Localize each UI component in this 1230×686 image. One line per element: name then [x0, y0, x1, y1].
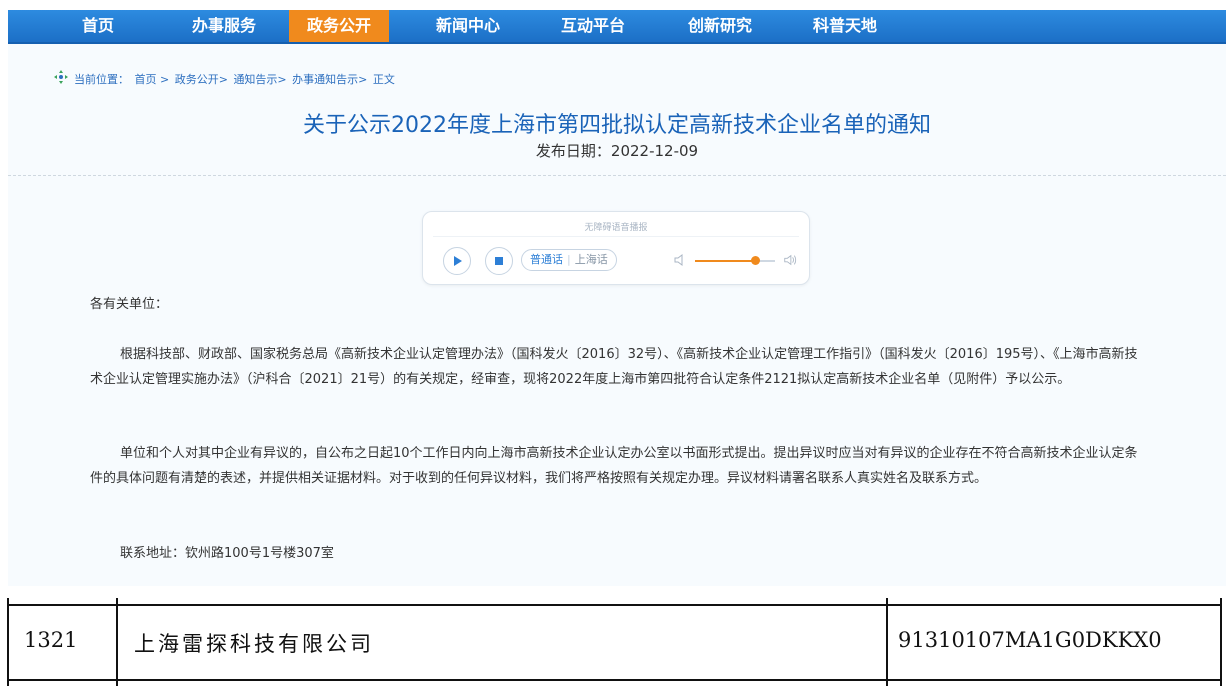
breadcrumb-prefix: 当前位置：	[74, 73, 129, 86]
breadcrumb: 当前位置： 首页 > 政务公开> 通知告示> 办事通知告示> 正文	[54, 70, 397, 87]
breadcrumb-home[interactable]: 首页 >	[135, 73, 170, 86]
volume-slider-fill	[695, 260, 755, 262]
lang-shanghainese[interactable]: 上海话	[575, 253, 608, 266]
player-divider	[433, 236, 799, 237]
volume-slider[interactable]	[695, 256, 775, 265]
volume-slider-knob[interactable]	[751, 256, 760, 265]
lang-separator: |	[567, 253, 571, 266]
table-border-top	[7, 604, 1222, 606]
table-border-left	[7, 598, 9, 686]
table-col-divider	[886, 598, 888, 686]
nav-item-news[interactable]: 新闻中心	[428, 10, 508, 42]
paragraph-2: 单位和个人对其中企业有异议的，自公布之日起10个工作日内向上海市高新技术企业认定…	[90, 446, 1138, 486]
audio-player: 无障碍语音播报 普通话 | 上海话	[422, 211, 810, 285]
top-nav-bar: 首页 办事服务 政务公开 新闻中心 互动平台 创新研究 科普天地	[8, 10, 1226, 44]
play-icon	[454, 256, 462, 266]
table-cell-company: 上海雷探科技有限公司	[134, 632, 374, 656]
page-title: 关于公示2022年度上海市第四批拟认定高新技术企业名单的通知	[303, 113, 931, 138]
nav-item-services[interactable]: 办事服务	[184, 10, 264, 42]
contact-address: 联系地址：钦州路100号1号楼307室	[120, 546, 334, 561]
player-label: 无障碍语音播报	[584, 223, 648, 233]
breadcrumb-service-notices[interactable]: 办事通知告示>	[292, 73, 367, 86]
table-cell-code: 91310107MA1G0DKKX0	[898, 628, 1162, 652]
divider	[8, 175, 1226, 176]
nav-item-science[interactable]: 科普天地	[805, 10, 885, 42]
play-button[interactable]	[443, 247, 471, 275]
lang-mandarin[interactable]: 普通话	[530, 253, 563, 266]
table-col-divider	[116, 598, 118, 686]
language-switch: 普通话 | 上海话	[521, 249, 617, 271]
stop-icon	[495, 257, 503, 265]
publish-date: 发布日期：2022-12-09	[535, 142, 699, 160]
attachment-table: 1321 上海雷探科技有限公司 91310107MA1G0DKKX0	[0, 590, 1230, 686]
volume-high-icon[interactable]	[783, 253, 797, 267]
nav-item-research[interactable]: 创新研究	[680, 10, 760, 42]
content-panel: 当前位置： 首页 > 政务公开> 通知告示> 办事通知告示> 正文 关于公示20…	[8, 44, 1226, 586]
stop-button[interactable]	[485, 247, 513, 275]
nav-item-interaction[interactable]: 互动平台	[553, 10, 633, 42]
breadcrumb-current: 正文	[372, 73, 395, 86]
table-border-bottom	[7, 679, 1222, 681]
table-border-right	[1220, 598, 1222, 686]
paragraph-1: 根据科技部、财政部、国家税务总局《高新技术企业认定管理办法》（国科发火〔2016…	[90, 347, 1138, 387]
table-cell-index: 1321	[24, 628, 78, 652]
nav-item-home[interactable]: 首页	[70, 10, 126, 42]
nav-item-gov-affairs[interactable]: 政务公开	[289, 10, 389, 42]
volume-low-icon[interactable]	[673, 253, 687, 267]
location-icon	[54, 70, 68, 84]
breadcrumb-notices[interactable]: 通知告示>	[233, 73, 286, 86]
greeting: 各有关单位：	[90, 297, 169, 312]
breadcrumb-gov-affairs[interactable]: 政务公开>	[175, 73, 228, 86]
